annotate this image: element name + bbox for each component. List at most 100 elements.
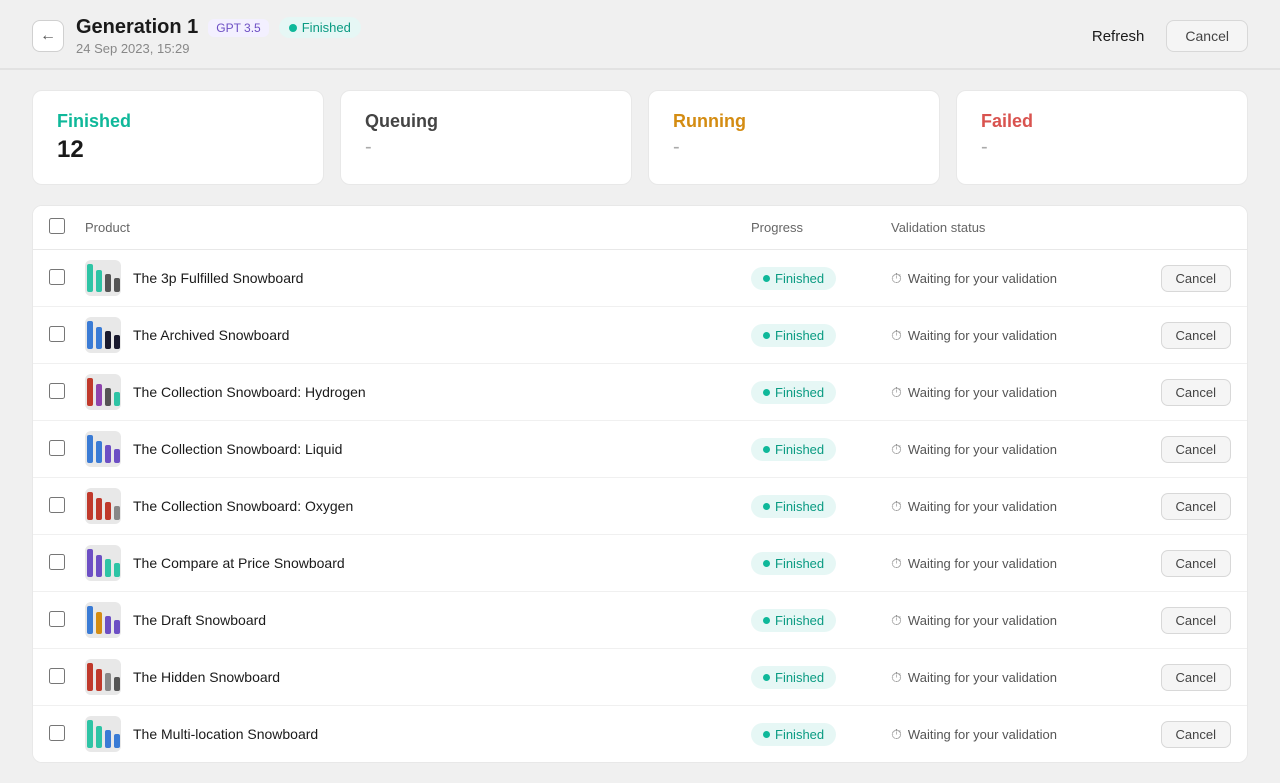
clock-icon-3: ⏱ <box>891 441 902 458</box>
table-row: The Collection Snowboard: Oxygen Finishe… <box>33 478 1247 535</box>
progress-badge-6: Finished <box>751 609 836 632</box>
clock-icon-6: ⏱ <box>891 612 902 629</box>
row-progress-6: Finished <box>751 609 891 632</box>
row-product-8: The Multi-location Snowboard <box>85 716 751 752</box>
row-checkbox-cell[interactable] <box>49 440 85 459</box>
row-progress-4: Finished <box>751 495 891 518</box>
row-checkbox-cell[interactable] <box>49 611 85 630</box>
cancel-row-button-3[interactable]: Cancel <box>1161 436 1231 463</box>
col-header-progress: Progress <box>751 220 891 235</box>
row-product-7: The Hidden Snowboard <box>85 659 751 695</box>
product-thumbnail-5 <box>85 545 121 581</box>
stat-card-queuing: Queuing - <box>340 90 632 185</box>
row-progress-8: Finished <box>751 723 891 746</box>
row-checkbox-4[interactable] <box>49 497 65 513</box>
cancel-row-button-5[interactable]: Cancel <box>1161 550 1231 577</box>
row-checkbox-1[interactable] <box>49 326 65 342</box>
row-product-3: The Collection Snowboard: Liquid <box>85 431 751 467</box>
cancel-row-button-8[interactable]: Cancel <box>1161 721 1231 748</box>
row-checkbox-3[interactable] <box>49 440 65 456</box>
row-checkbox-cell[interactable] <box>49 383 85 402</box>
header-left: ← Generation 1 GPT 3.5 Finished 24 Sep 2… <box>32 16 361 56</box>
cancel-row-button-0[interactable]: Cancel <box>1161 265 1231 292</box>
validation-text-2: Waiting for your validation <box>908 385 1057 400</box>
row-action-5: Cancel <box>1151 550 1231 577</box>
row-validation-0: ⏱ Waiting for your validation <box>891 270 1151 287</box>
table-row: The Collection Snowboard: Liquid Finishe… <box>33 421 1247 478</box>
row-checkbox-cell[interactable] <box>49 668 85 687</box>
row-checkbox-cell[interactable] <box>49 269 85 288</box>
stat-card-running: Running - <box>648 90 940 185</box>
stat-value-queuing: - <box>365 136 607 159</box>
progress-badge-5: Finished <box>751 552 836 575</box>
row-checkbox-2[interactable] <box>49 383 65 399</box>
row-checkbox-cell[interactable] <box>49 326 85 345</box>
row-checkbox-5[interactable] <box>49 554 65 570</box>
progress-badge-2: Finished <box>751 381 836 404</box>
progress-badge-1: Finished <box>751 324 836 347</box>
table-row: The Draft Snowboard Finished ⏱ Waiting f… <box>33 592 1247 649</box>
row-action-4: Cancel <box>1151 493 1231 520</box>
clock-icon-4: ⏱ <box>891 498 902 515</box>
product-name-0: The 3p Fulfilled Snowboard <box>133 270 303 286</box>
product-thumbnail-7 <box>85 659 121 695</box>
row-checkbox-cell[interactable] <box>49 725 85 744</box>
row-action-3: Cancel <box>1151 436 1231 463</box>
product-thumbnail-6 <box>85 602 121 638</box>
stats-row: Finished 12 Queuing - Running - Failed - <box>32 90 1248 185</box>
product-name-6: The Draft Snowboard <box>133 612 266 628</box>
cancel-row-button-6[interactable]: Cancel <box>1161 607 1231 634</box>
clock-icon-5: ⏱ <box>891 555 902 572</box>
row-checkbox-8[interactable] <box>49 725 65 741</box>
product-name-8: The Multi-location Snowboard <box>133 726 318 742</box>
row-progress-5: Finished <box>751 552 891 575</box>
stat-label-running: Running <box>673 111 915 132</box>
table-row: The Archived Snowboard Finished ⏱ Waitin… <box>33 307 1247 364</box>
progress-badge-4: Finished <box>751 495 836 518</box>
row-progress-2: Finished <box>751 381 891 404</box>
cancel-row-button-1[interactable]: Cancel <box>1161 322 1231 349</box>
product-name-7: The Hidden Snowboard <box>133 669 280 685</box>
row-validation-1: ⏱ Waiting for your validation <box>891 327 1151 344</box>
page-title: Generation 1 <box>76 16 198 39</box>
back-button[interactable]: ← <box>32 20 64 52</box>
row-checkbox-7[interactable] <box>49 668 65 684</box>
stat-card-finished: Finished 12 <box>32 90 324 185</box>
product-name-4: The Collection Snowboard: Oxygen <box>133 498 353 514</box>
cancel-row-button-7[interactable]: Cancel <box>1161 664 1231 691</box>
row-validation-8: ⏱ Waiting for your validation <box>891 726 1151 743</box>
product-thumbnail-1 <box>85 317 121 353</box>
clock-icon-2: ⏱ <box>891 384 902 401</box>
row-validation-4: ⏱ Waiting for your validation <box>891 498 1151 515</box>
row-product-6: The Draft Snowboard <box>85 602 751 638</box>
product-thumbnail-8 <box>85 716 121 752</box>
row-validation-6: ⏱ Waiting for your validation <box>891 612 1151 629</box>
table-row: The Collection Snowboard: Hydrogen Finis… <box>33 364 1247 421</box>
cancel-row-button-4[interactable]: Cancel <box>1161 493 1231 520</box>
product-name-2: The Collection Snowboard: Hydrogen <box>133 384 366 400</box>
row-action-7: Cancel <box>1151 664 1231 691</box>
row-checkbox-cell[interactable] <box>49 497 85 516</box>
row-checkbox-6[interactable] <box>49 611 65 627</box>
product-thumbnail-2 <box>85 374 121 410</box>
cancel-header-button[interactable]: Cancel <box>1166 20 1248 52</box>
header-title-row: Generation 1 GPT 3.5 Finished <box>76 16 361 39</box>
table-header: Product Progress Validation status <box>33 206 1247 250</box>
cancel-row-button-2[interactable]: Cancel <box>1161 379 1231 406</box>
validation-text-1: Waiting for your validation <box>908 328 1057 343</box>
progress-badge-8: Finished <box>751 723 836 746</box>
row-checkbox-cell[interactable] <box>49 554 85 573</box>
row-checkbox-0[interactable] <box>49 269 65 285</box>
row-product-2: The Collection Snowboard: Hydrogen <box>85 374 751 410</box>
select-all-checkbox[interactable] <box>49 218 65 234</box>
row-progress-3: Finished <box>751 438 891 461</box>
validation-text-0: Waiting for your validation <box>908 271 1057 286</box>
stat-card-failed: Failed - <box>956 90 1248 185</box>
validation-text-4: Waiting for your validation <box>908 499 1057 514</box>
refresh-button[interactable]: Refresh <box>1080 22 1157 51</box>
col-header-validation: Validation status <box>891 220 1151 235</box>
header-actions: Refresh Cancel <box>1080 20 1248 52</box>
product-thumbnail-0 <box>85 260 121 296</box>
header-checkbox-cell[interactable] <box>49 218 85 237</box>
stat-label-queuing: Queuing <box>365 111 607 132</box>
